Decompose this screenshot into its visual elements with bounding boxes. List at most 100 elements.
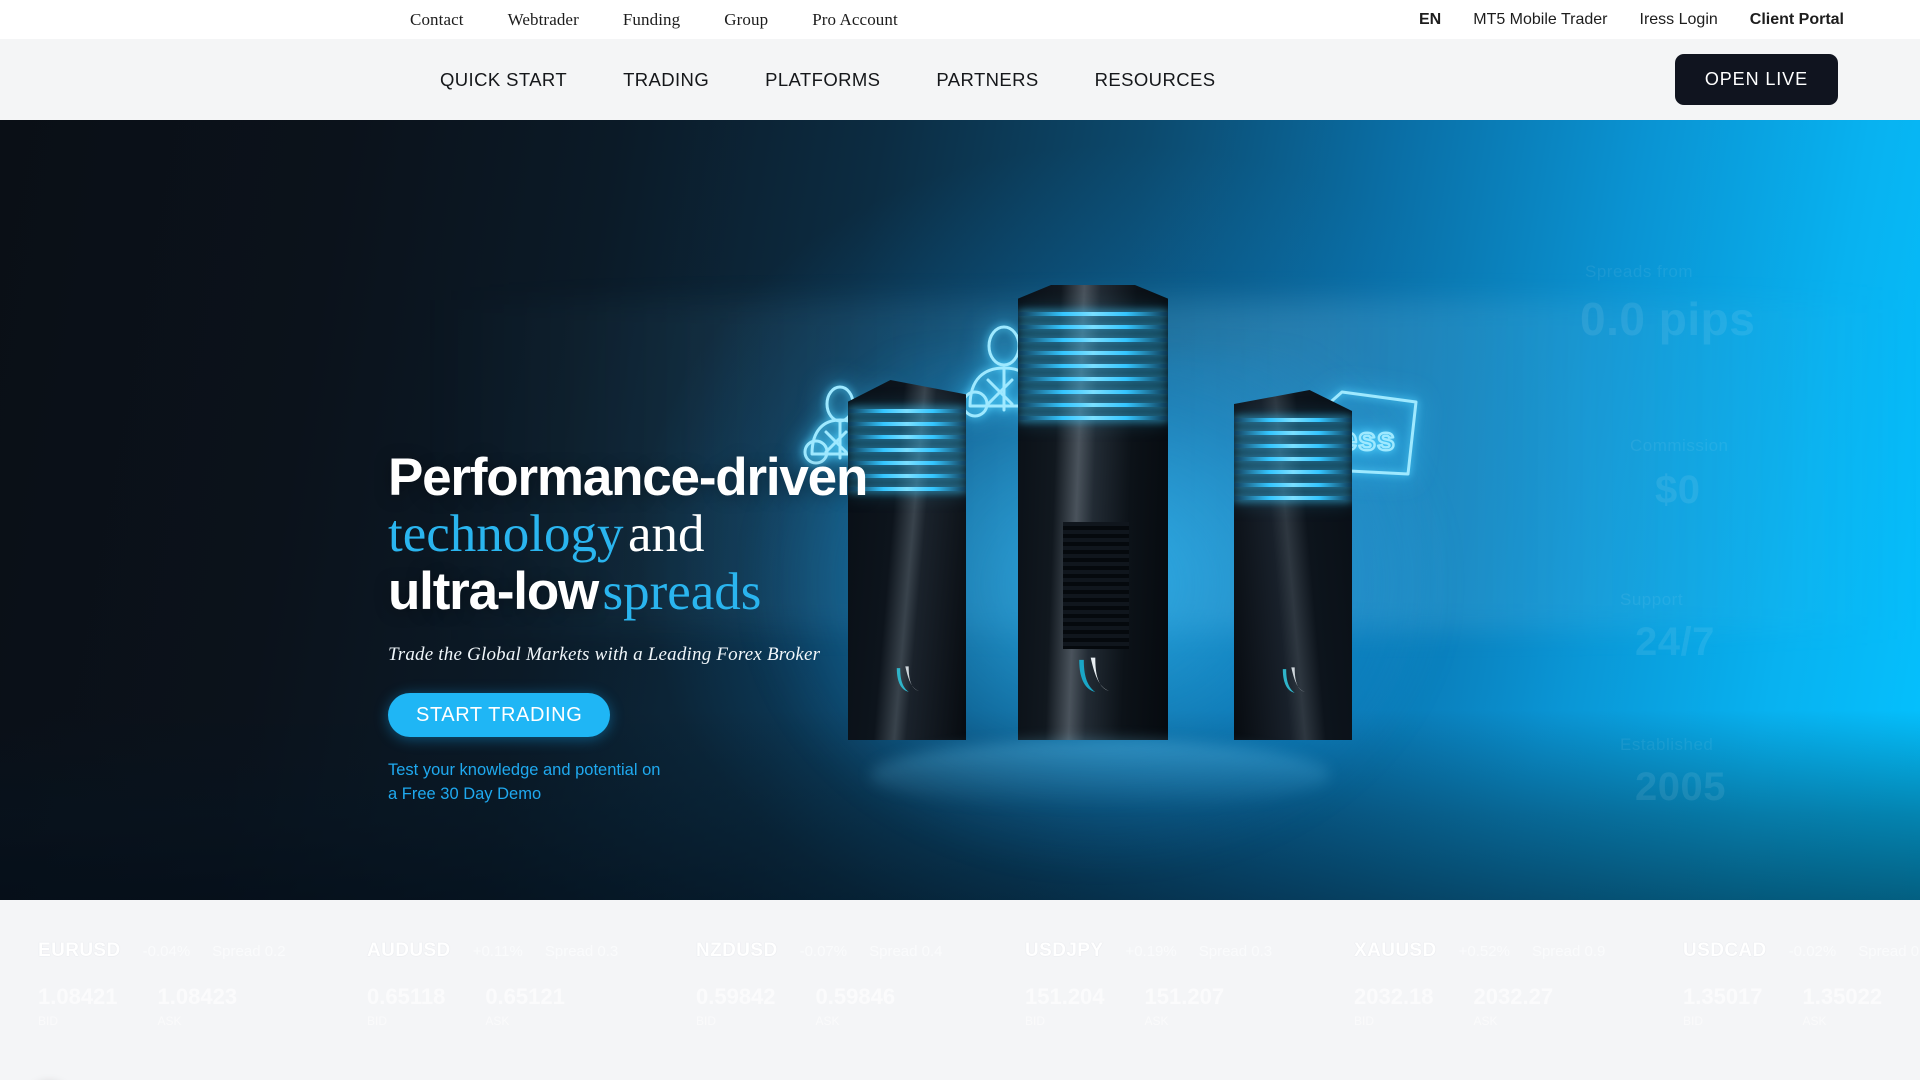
ticker-item[interactable]: USDCAD -0.02% Spread 0.5 1.35017 BID 1.35022 A… [1683,940,1920,1028]
main-nav-item-platforms[interactable]: PLATFORMS [737,69,908,91]
server-tower-right [1234,390,1352,740]
ticker-change: +0.11% [472,943,523,960]
server-led-stripes-right [1234,418,1352,537]
utility-link-client-portal[interactable]: Client Portal [1734,11,1860,29]
ticker-prices: 0.59842 BID 0.59846 ASK [696,984,1025,1028]
market-ticker-section: EURUSD -0.04% Spread 0.2 1.08421 BID 1.08423 A… [0,900,1920,1080]
ticker-spread: Spread 0.5 [1858,943,1920,960]
utility-nav-left: Contact Webtrader Funding Group Pro Account [388,10,920,30]
ticker-symbol: NZDUSD [696,940,778,961]
ticker-ask-label: ASK [157,1014,182,1028]
free-demo-note: Test your knowledge and potential on a F… [388,759,948,807]
ticker-symbol: USDJPY [1025,940,1104,961]
ticker-header: USDCAD -0.02% Spread 0.5 [1683,940,1920,962]
ticker-change: +0.52% [1458,943,1510,960]
utility-link-en[interactable]: EN [1403,11,1457,29]
ticker-bid-label: BID [1683,1014,1704,1028]
ticker-ask: 0.59846 ASK [816,984,896,1028]
ticker-bid-value: 0.65118 [367,984,446,1009]
ticker-item[interactable]: USDJPY +0.19% Spread 0.3 151.204 BID 151.207 A… [1025,940,1354,1028]
watermark-label-3: Established [1620,735,1714,754]
ticker-symbol: XAUUSD [1354,940,1437,961]
broker-leaf-logo-right [1282,667,1305,693]
ticker-bid: 2032.18 BID [1354,984,1434,1028]
utility-nav-right: EN MT5 Mobile Trader Iress Login Client Por… [1403,11,1860,29]
ticker-item[interactable]: AUDUSD +0.11% Spread 0.3 0.65118 BID 0.65121 A… [367,940,696,1028]
ticker-spread: Spread 0.2 [212,943,286,960]
utility-link-funding[interactable]: Funding [601,10,702,30]
free-demo-link-line1[interactable]: Test your knowledge and potential on [388,759,948,783]
ticker-item[interactable]: XAUUSD +0.52% Spread 0.9 2032.18 BID 2032.27 A… [1354,940,1683,1028]
ticker-ask-label: ASK [1144,1014,1169,1028]
broker-leaf-logo-center [1079,657,1110,693]
open-live-button[interactable]: OPEN LIVE [1674,54,1838,105]
hero-headline-spreads: spreads [602,563,762,622]
ticker-bid-value: 2032.18 [1354,984,1434,1009]
ticker-ask: 2032.27 ASK [1474,984,1554,1028]
start-trading-button[interactable]: START TRADING [388,693,611,738]
ticker-ask-label: ASK [1473,1014,1498,1028]
ticker-spread: Spread 0.3 [1198,943,1273,960]
ticker-header: XAUUSD +0.52% Spread 0.9 [1354,940,1683,962]
hero-section: Spreads from 0.0 pips Commission $0 Supp… [0,120,1920,900]
ticker-bid-label: BID [1354,1014,1375,1028]
server-led-stripes-center [1018,312,1168,494]
hero-tagline: Trade the Global Markets with a Leading … [388,644,821,666]
ticker-symbol: AUDUSD [367,940,451,961]
ticker-item[interactable]: NZDUSD -0.07% Spread 0.4 0.59842 BID 0.59846 A… [696,940,1025,1028]
ticker-bid-value: 1.35017 [1683,984,1763,1009]
watermark-value-0: 0.0 pips [1580,293,1756,345]
ticker-symbol: EURUSD [38,940,121,961]
ticker-bid-value: 1.08421 [38,984,118,1009]
ticker-ask: 151.207 ASK [1145,984,1225,1028]
ticker-change: +0.19% [1125,943,1177,960]
free-demo-link-line2[interactable]: a Free 30 Day Demo [388,783,948,807]
main-nav-item-resources[interactable]: RESOURCES [1067,69,1244,91]
ticker-ask-value: 2032.27 [1473,984,1554,1009]
watermark-label-2: Support [1620,590,1684,609]
watermark-label-0: Spreads from [1585,262,1694,281]
ticker-bid: 0.59842 BID [696,984,776,1028]
ticker-header: AUDUSD +0.11% Spread 0.3 [367,940,696,962]
ticker-bid-label: BID [1025,1014,1046,1028]
watermark-label-1: Commission [1630,436,1729,455]
ticker-header: EURUSD -0.04% Spread 0.2 [38,940,367,962]
ticker-ask-value: 1.08423 [157,984,238,1009]
hero-copy-block: Performance-driven technology and ultra-… [388,450,948,807]
hero-headline-line1: Performance-driven [388,448,868,507]
ticker-item[interactable]: EURUSD -0.04% Spread 0.2 1.08421 BID 1.08423 A… [38,940,367,1028]
ticker-ask-value: 0.65121 [485,984,565,1009]
ticker-spread: Spread 0.9 [1531,943,1606,960]
ticker-change: -0.02% [1788,943,1837,960]
hero-headline-and: and [627,505,705,564]
hero-headline-ultralow: ultra-low [388,562,599,622]
ticker-bid-value: 0.59842 [696,984,776,1009]
main-nav-item-partners[interactable]: PARTNERS [908,69,1066,91]
utility-link-mt5-mobile-trader[interactable]: MT5 Mobile Trader [1457,11,1623,29]
main-nav-item-quick-start[interactable]: QUICK START [412,69,595,91]
ticker-ask: 1.35022 ASK [1803,984,1883,1028]
ticker-prices: 151.204 BID 151.207 ASK [1025,984,1354,1028]
ticker-bid: 0.65118 BID [367,984,445,1028]
utility-link-iress-login[interactable]: Iress Login [1624,11,1734,29]
ticker-prices: 0.65118 BID 0.65121 ASK [367,984,696,1028]
utility-link-group[interactable]: Group [702,10,790,30]
utility-link-contact[interactable]: Contact [388,10,486,30]
ticker-header: NZDUSD -0.07% Spread 0.4 [696,940,1025,962]
ticker-ask-label: ASK [815,1014,840,1028]
ticker-symbol: USDCAD [1683,940,1767,961]
ticker-change: -0.07% [799,943,848,960]
main-nav-item-trading[interactable]: TRADING [595,69,737,91]
ticker-bid-label: BID [38,1014,59,1028]
ticker-prices: 1.08421 BID 1.08423 ASK [38,984,367,1028]
server-tower-center [1018,285,1168,740]
ticker-ask: 0.65121 ASK [485,984,565,1028]
utility-link-webtrader[interactable]: Webtrader [486,10,601,30]
utility-topbar: Contact Webtrader Funding Group Pro Account … [0,0,1920,39]
server-vent-grille [1063,521,1129,649]
ticker-ask-value: 151.207 [1144,984,1225,1009]
utility-link-pro-account[interactable]: Pro Account [790,10,920,30]
main-navigation-bar: QUICK START TRADING PLATFORMS PARTNERS RESOU… [0,39,1920,120]
ticker-ask-label: ASK [485,1014,510,1028]
ticker-prices: 1.35017 BID 1.35022 ASK [1683,984,1920,1028]
